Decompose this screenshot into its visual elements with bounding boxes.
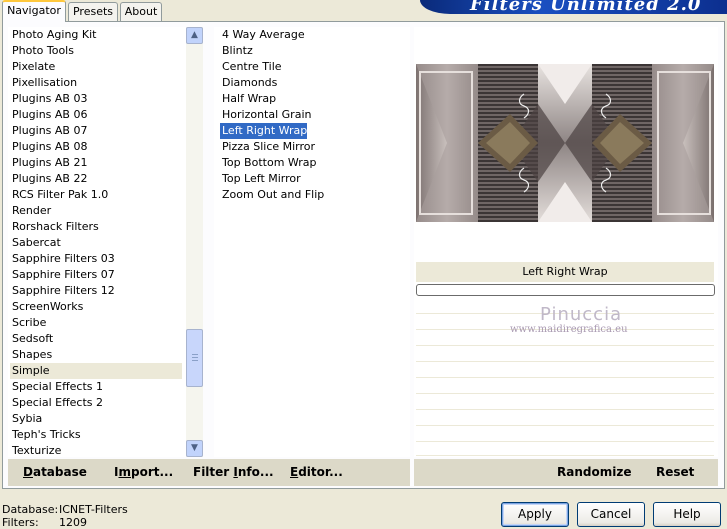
- tab-presets[interactable]: Presets: [68, 2, 118, 21]
- reset-button[interactable]: Reset: [656, 465, 694, 479]
- control-slot: [416, 412, 714, 426]
- category-item[interactable]: Texturize: [10, 443, 61, 459]
- category-item[interactable]: Shapes: [10, 347, 52, 363]
- status-filters-label: Filters:: [2, 516, 39, 529]
- control-slot: [416, 380, 714, 394]
- filter-item[interactable]: Pizza Slice Mirror: [220, 139, 315, 155]
- banner-title: Filters Unlimited 2.0: [470, 0, 702, 14]
- category-item[interactable]: Photo Tools: [10, 43, 74, 59]
- category-item[interactable]: Plugins AB 06: [10, 107, 87, 123]
- apply-button[interactable]: Apply: [501, 502, 569, 527]
- category-item[interactable]: Sapphire Filters 03: [10, 251, 115, 267]
- control-slot: [416, 364, 714, 378]
- category-item[interactable]: Sapphire Filters 07: [10, 267, 115, 283]
- category-item[interactable]: Pixellisation: [10, 75, 77, 91]
- control-slot: [416, 428, 714, 442]
- category-item[interactable]: Photo Aging Kit: [10, 27, 96, 43]
- tab-navigator-label: Navigator: [7, 4, 61, 17]
- tab-about-label: About: [124, 5, 158, 18]
- filter-item[interactable]: Left Right Wrap: [220, 123, 308, 139]
- cancel-button[interactable]: Cancel: [577, 502, 645, 527]
- category-item[interactable]: Sedsoft: [10, 331, 53, 347]
- category-item[interactable]: Plugins AB 03: [10, 91, 87, 107]
- category-item[interactable]: Plugins AB 21: [10, 155, 87, 171]
- category-item[interactable]: Simple: [10, 363, 182, 379]
- category-item[interactable]: Plugins AB 07: [10, 123, 87, 139]
- right-toolbar: Randomize Reset: [414, 459, 718, 486]
- category-item[interactable]: Sapphire Filters 12: [10, 283, 115, 299]
- progress-bar: [416, 284, 715, 296]
- preview-caption: Left Right Wrap: [416, 262, 714, 282]
- category-item[interactable]: Special Effects 1: [10, 379, 103, 395]
- tab-presets-label: Presets: [72, 5, 114, 18]
- category-item[interactable]: Sabercat: [10, 235, 61, 251]
- scroll-up-arrow-icon[interactable]: ▲: [186, 27, 203, 44]
- tab-navigator[interactable]: Navigator: [2, 0, 66, 22]
- status-database: Database: ICNET-Filters: [2, 503, 128, 516]
- category-item[interactable]: Pixelate: [10, 59, 55, 75]
- category-item[interactable]: Teph's Tricks: [10, 427, 81, 443]
- category-item[interactable]: Render: [10, 203, 51, 219]
- scrollbar-thumb[interactable]: [186, 329, 203, 387]
- editor-button[interactable]: Editor...: [290, 465, 343, 479]
- filter-item[interactable]: Horizontal Grain: [220, 107, 311, 123]
- filter-item[interactable]: 4 Way Average: [220, 27, 305, 43]
- watermark-name: Pinuccia: [540, 304, 623, 325]
- filter-item[interactable]: Zoom Out and Flip: [220, 187, 324, 203]
- status-database-label: Database:: [2, 503, 59, 516]
- category-item[interactable]: Rorshack Filters: [10, 219, 99, 235]
- category-item[interactable]: Special Effects 2: [10, 395, 103, 411]
- category-scrollbar[interactable]: ▲ ▼: [186, 27, 203, 457]
- category-item[interactable]: Scribe: [10, 315, 46, 331]
- preview-image: [416, 64, 714, 222]
- filter-item[interactable]: Centre Tile: [220, 59, 282, 75]
- filter-item[interactable]: Half Wrap: [220, 91, 276, 107]
- tab-about[interactable]: About: [120, 2, 162, 21]
- database-button[interactable]: Database: [23, 465, 87, 479]
- filter-list[interactable]: 4 Way Average Blintz Centre Tile Diamonds Ha…: [214, 27, 410, 457]
- randomize-button[interactable]: Randomize: [557, 465, 631, 479]
- category-item[interactable]: RCS Filter Pak 1.0: [10, 187, 108, 203]
- category-item[interactable]: Plugins AB 08: [10, 139, 87, 155]
- import-button[interactable]: Import...: [114, 465, 173, 479]
- control-slot: [416, 444, 714, 456]
- filter-item[interactable]: Top Left Mirror: [220, 171, 301, 187]
- category-item[interactable]: Sybia: [10, 411, 42, 427]
- category-item[interactable]: ScreenWorks: [10, 299, 83, 315]
- app-banner: Filters Unlimited 2.0: [420, 0, 727, 14]
- status-database-value: ICNET-Filters: [59, 503, 128, 516]
- scroll-down-arrow-icon[interactable]: ▼: [186, 440, 203, 457]
- watermark-url: www.maidiregrafica.eu: [510, 324, 628, 335]
- status-filters-value: 1209: [59, 516, 87, 529]
- left-toolbar: Database Import... Filter Info... Editor…: [8, 459, 410, 486]
- help-button[interactable]: Help: [653, 502, 721, 527]
- filter-item[interactable]: Blintz: [220, 43, 253, 59]
- control-slot: [416, 396, 714, 410]
- filter-item[interactable]: Diamonds: [220, 75, 277, 91]
- status-filters: Filters: 1209: [2, 516, 87, 529]
- category-item[interactable]: Plugins AB 22: [10, 171, 87, 187]
- filter-info-button[interactable]: Filter Info...: [193, 465, 274, 479]
- filter-item[interactable]: Top Bottom Wrap: [220, 155, 317, 171]
- control-slot: [416, 348, 714, 362]
- category-list[interactable]: Photo Aging Kit Photo Tools Pixelate Pixell…: [8, 27, 186, 457]
